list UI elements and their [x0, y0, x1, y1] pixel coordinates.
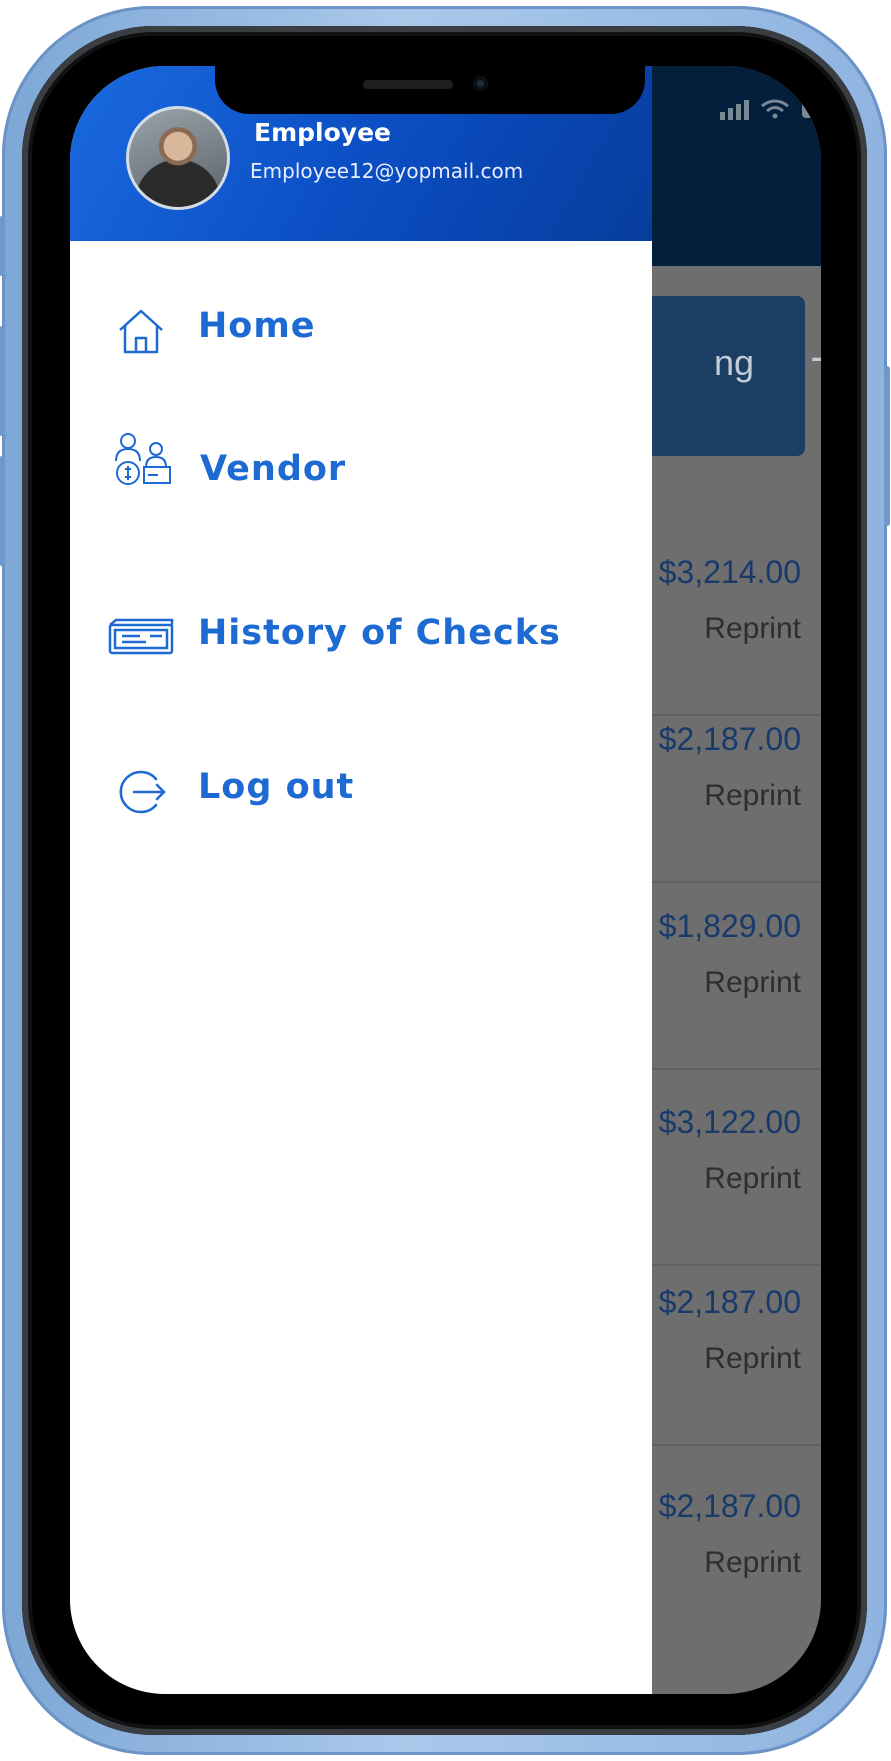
phone-notch [215, 66, 645, 114]
signal-bars-icon [720, 100, 749, 120]
reprint-button[interactable]: Reprint [704, 1546, 801, 1580]
speaker-grille [363, 80, 453, 89]
phone-power-button [884, 366, 890, 526]
vendor-icon [115, 433, 171, 485]
logout-icon [119, 770, 166, 814]
reprint-button[interactable]: Reprint [704, 612, 801, 646]
menu-item-history-of-checks[interactable]: History of Checks [70, 593, 652, 683]
phone-side-button-left [0, 216, 5, 276]
reprint-button[interactable]: Reprint [704, 1342, 801, 1376]
arrow-right-icon: → [810, 336, 821, 382]
check-amount: $1,829.00 [658, 908, 801, 944]
user-email: Employee12@yopmail.com [250, 159, 524, 183]
phone-volume-down-button [0, 456, 5, 566]
battery-icon [802, 102, 821, 118]
check-amount: $3,214.00 [658, 554, 801, 590]
wifi-icon [761, 99, 789, 119]
menu-item-vendor[interactable]: Vendor [70, 429, 652, 519]
reprint-button[interactable]: Reprint [704, 1162, 801, 1196]
menu-label-log-out: Log out [198, 767, 355, 807]
check-amount: $2,187.00 [658, 721, 801, 757]
status-bar [720, 94, 821, 128]
home-icon [119, 309, 163, 354]
check-amount: $2,187.00 [658, 1284, 801, 1320]
avatar[interactable] [126, 106, 230, 210]
menu-label-vendor: Vendor [200, 449, 347, 489]
menu-label-home: Home [198, 306, 316, 346]
menu-item-log-out[interactable]: Log out [70, 747, 652, 837]
phone-screen: ng → $3,214.00 Reprint $2,187.00 Reprint… [70, 66, 821, 1694]
navigation-drawer: Employee Employee12@yopmail.com Home Ven… [70, 66, 652, 1694]
check-icon [108, 618, 174, 655]
reprint-button[interactable]: Reprint [704, 779, 801, 813]
user-name: Employee [254, 118, 391, 147]
phone-volume-up-button [0, 326, 5, 436]
reprint-button[interactable]: Reprint [704, 966, 801, 1000]
check-amount: $2,187.00 [658, 1488, 801, 1524]
menu-item-home[interactable]: Home [70, 286, 652, 376]
menu-label-history-of-checks: History of Checks [198, 613, 561, 653]
background-card-text: ng [714, 342, 755, 383]
check-amount: $3,122.00 [658, 1104, 801, 1140]
front-camera [473, 76, 488, 91]
